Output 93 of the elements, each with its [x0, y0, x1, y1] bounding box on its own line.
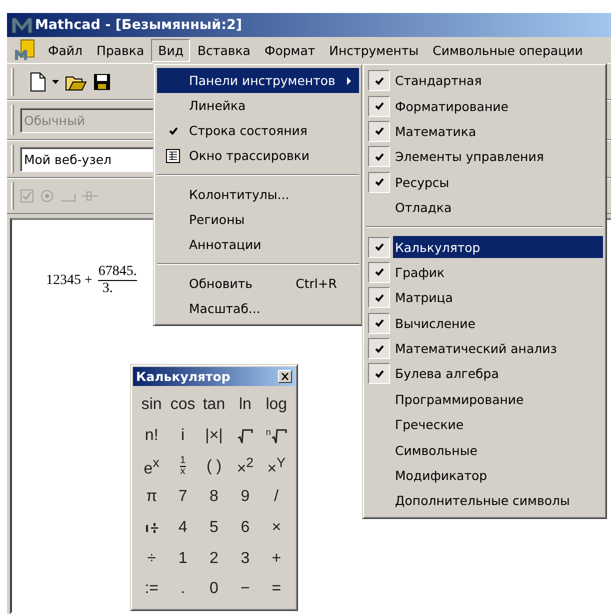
window-title: Mathcad - [Безымянный:2]	[35, 17, 242, 33]
menu-item[interactable]: Форматирование	[366, 93, 603, 119]
calculator-key[interactable]: +	[260, 543, 292, 574]
menu-item[interactable]: Программирование	[366, 386, 603, 412]
caret-icon[interactable]	[52, 80, 59, 84]
calculator-key[interactable]: ( )	[198, 451, 230, 482]
calculator-key[interactable]: ×$^{2}$	[230, 451, 261, 482]
menu-item[interactable]: Вычисление	[366, 310, 603, 336]
menu-item[interactable]: Вид	[151, 38, 190, 62]
menu-item[interactable]: Греческие	[366, 412, 603, 438]
calculator-key[interactable]: ×	[260, 512, 292, 544]
menu-item[interactable]: Отладка	[366, 194, 603, 220]
calculator-key[interactable]: 4	[167, 512, 198, 544]
root-icon	[237, 428, 254, 444]
calculator-key[interactable]: 7	[167, 482, 198, 513]
calculator-key[interactable]: ×$^{Y}$	[260, 451, 292, 482]
app-logo-icon	[11, 16, 33, 34]
save-icon[interactable]	[93, 72, 111, 90]
checkmark-icon	[374, 294, 384, 302]
calculator-key[interactable]: e$^{x}$	[136, 451, 168, 482]
menu-item[interactable]: Вставка	[190, 38, 258, 62]
menu-item[interactable]: Матрица	[366, 285, 603, 311]
document-icon[interactable]	[13, 39, 37, 61]
checkmark-icon	[374, 319, 384, 328]
calculator-key[interactable]: 3	[230, 543, 261, 574]
close-icon	[281, 373, 289, 380]
calculator-key[interactable]: n	[260, 420, 292, 452]
menu-item[interactable]: Символьные	[366, 437, 603, 463]
calculator-key[interactable]: 1 x	[167, 451, 198, 482]
checkmark-icon	[374, 102, 384, 110]
calculator-key[interactable]: tan	[198, 390, 230, 421]
menu-item[interactable]: Математика	[366, 118, 603, 144]
menu-item[interactable]: Масштаб...	[157, 296, 359, 321]
calculator-key[interactable]: −	[230, 574, 261, 605]
calculator-key[interactable]: |×|	[198, 420, 230, 452]
new-document-icon[interactable]	[30, 72, 46, 92]
menu-item[interactable]: Дополнительные символы	[366, 488, 603, 514]
calculator-key[interactable]: ÷	[136, 543, 168, 574]
calculator-key[interactable]: 8	[198, 482, 230, 513]
menu-item[interactable]: Ресурсы	[366, 170, 603, 195]
menu-item[interactable]: Файл	[41, 38, 90, 62]
calculator-key[interactable]: cos	[167, 390, 198, 421]
checkmark-icon	[374, 178, 384, 186]
root-icon	[270, 428, 287, 444]
menu-item[interactable]: Булева алгебра	[366, 361, 603, 387]
calculator-key[interactable]: sin	[136, 390, 168, 421]
calculator-key[interactable]: 6	[230, 512, 261, 544]
denominator: 3.	[102, 281, 114, 297]
calculator-key[interactable]: :=	[136, 574, 168, 605]
menu-item[interactable]: Регионы	[157, 207, 359, 232]
menu-item[interactable]: Символьные операции	[426, 38, 590, 62]
menu-item[interactable]: Модификатор	[366, 462, 603, 488]
calculator-key[interactable]: π	[136, 482, 168, 513]
calculator-key[interactable]: =	[260, 574, 292, 605]
slider-icon[interactable]	[82, 189, 98, 203]
calculator-key[interactable]: 0	[198, 574, 230, 605]
checkmark-icon	[374, 152, 384, 161]
math-text: 12345 +	[46, 272, 92, 288]
numerator: 67845.	[98, 264, 137, 280]
checkmark-icon	[374, 76, 384, 85]
menu-item[interactable]: Стандартная	[366, 68, 603, 94]
menu-item[interactable]: Колонтитулы...	[157, 182, 359, 207]
menu-item[interactable]: Математический анализ	[366, 336, 603, 362]
menu-item[interactable]: Панели инструментов	[157, 68, 359, 93]
menu-item[interactable]: Элементы управления	[366, 144, 603, 170]
menu-item[interactable]: Правка	[90, 38, 152, 62]
calculator-key[interactable]: ln	[230, 390, 261, 421]
calculator-key[interactable]: .	[167, 574, 198, 605]
checkbox-icon[interactable]	[20, 189, 34, 203]
menu-item[interactable]: Формат	[257, 38, 322, 62]
submenu-arrow-icon	[347, 76, 351, 84]
calculator-key[interactable]: 9	[230, 482, 261, 513]
checkmark-icon	[374, 127, 384, 136]
menu-item[interactable]: Аннотации	[157, 232, 359, 257]
calculator-key[interactable]: /	[260, 482, 292, 513]
panel-title: Калькулятор	[136, 369, 230, 384]
close-button[interactable]	[278, 370, 292, 383]
calculator-key[interactable]: 1	[167, 543, 198, 574]
calculator-key[interactable]: i	[167, 420, 198, 452]
menu-item[interactable]: Обновить Ctrl+R	[157, 271, 359, 296]
menu-item[interactable]: Инструменты	[322, 38, 426, 62]
checkmark-icon	[374, 344, 384, 353]
calculator-key[interactable]: n!	[136, 420, 168, 452]
menu-item[interactable]: График	[366, 260, 603, 286]
radio-icon[interactable]	[40, 189, 54, 203]
checkmark-icon	[374, 243, 384, 252]
calculator-key[interactable]: 2	[198, 543, 230, 574]
calculator-key[interactable]: log	[260, 390, 292, 421]
checkmark-icon	[168, 126, 178, 134]
checkmark-icon	[374, 370, 384, 378]
table-icon	[166, 148, 180, 162]
calculator-key[interactable]: 5	[198, 512, 230, 544]
checkmark-icon	[374, 268, 384, 276]
